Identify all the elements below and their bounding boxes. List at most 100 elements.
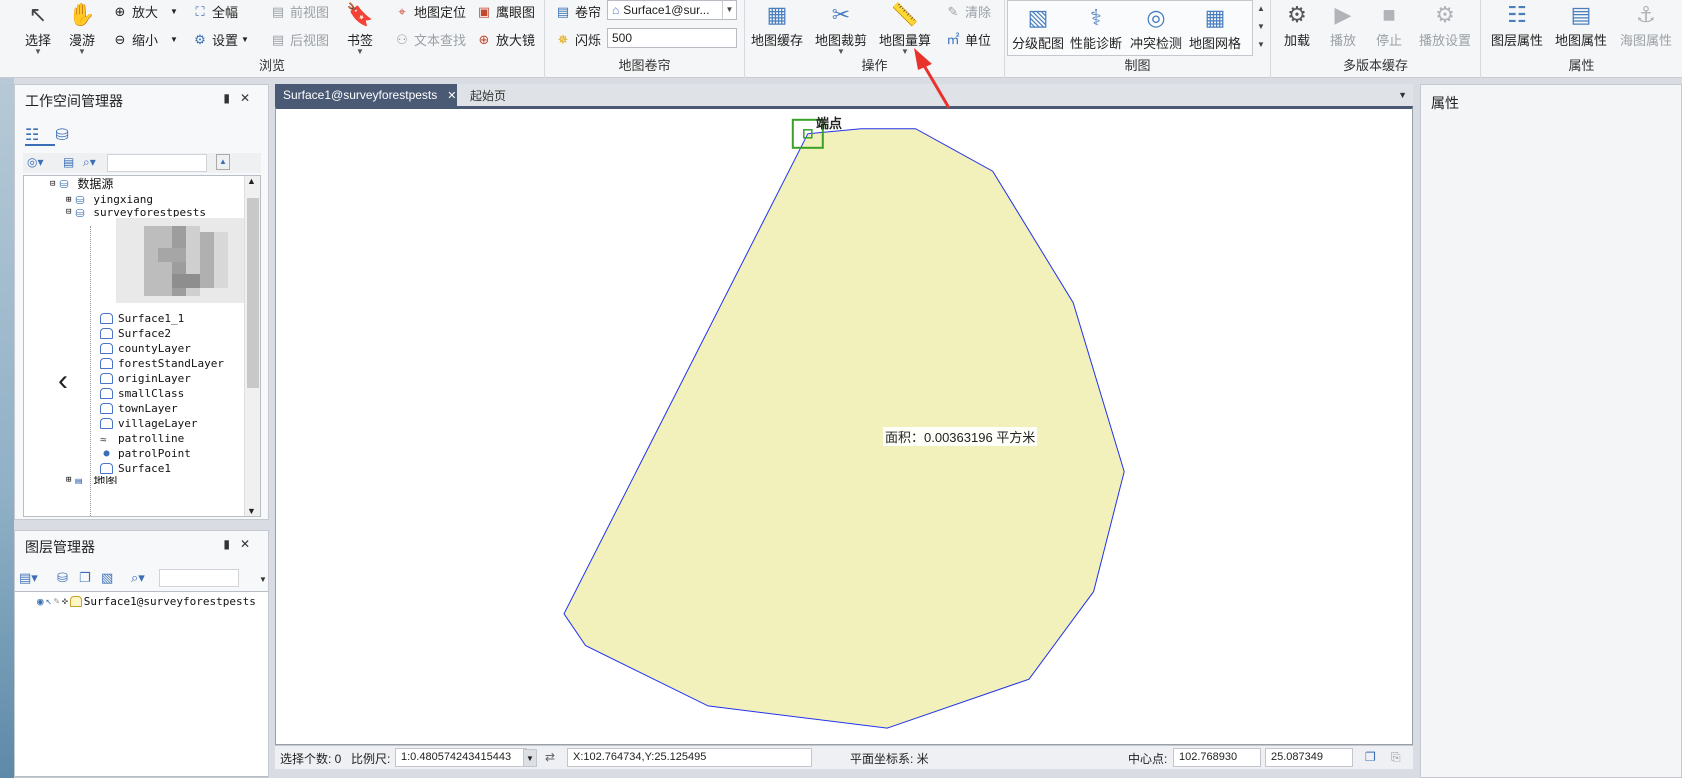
pin-icon[interactable]: ▮ [223,91,240,105]
map-props-button[interactable]: ▤ 地图属性 [1549,0,1613,49]
view-mode-icon[interactable]: ◎▾ [27,155,44,169]
tree-node-surveyforestpests[interactable]: ⊟ ⛁ surveyforestpests [66,207,206,217]
tree-node-dataset[interactable]: townLayer [100,401,178,416]
copy-icon[interactable]: ❐ [1365,750,1376,764]
tab-map-surface1[interactable]: Surface1@surveyforestpests ✕ [275,84,457,106]
chart-props-button[interactable]: ⚓ 海图属性 [1613,0,1679,49]
swap-icon[interactable]: ⇄ [545,750,555,764]
close-icon[interactable]: ✕ [447,89,456,102]
map-grid-button[interactable]: ▦ 地图网格 [1183,3,1247,52]
tree-node-dataset[interactable]: Surface1_1 [100,311,184,326]
center-y-input[interactable]: 25.087349 [1265,748,1353,767]
layer-row[interactable]: ◉ ↖ ✎ ✜ Surface1@surveyforestpests [37,594,256,609]
polygon-dataset-icon [100,373,113,384]
hand-icon: ✋ [68,2,96,27]
pan-button[interactable]: ✋ 漫游 ▼ [52,0,112,56]
scroll-down-icon[interactable]: ▼ [247,506,256,516]
editable-icon[interactable]: ✎ [54,596,60,607]
stop-button[interactable]: ■ 停止 [1363,0,1415,49]
tree-node-dataset[interactable]: originLayer [100,371,191,386]
selectable-icon[interactable]: ↖ [46,596,52,607]
snap-icon[interactable]: ✜ [62,596,68,607]
eraser-icon: ✎ [947,3,959,19]
search-icon[interactable]: ⌕▾ [83,155,96,170]
swipe-label: 卷帘 [575,5,602,20]
chevron-down-icon[interactable]: ▼ [523,749,537,767]
add-layer-icon[interactable]: ▤▾ [19,570,38,586]
map-locate-button[interactable]: ⌖ 地图定位 [394,2,466,21]
polygon-dataset-icon [100,463,113,474]
tree-node-dataset[interactable]: ≈ patrolline [100,431,184,446]
play-label: 播放 [1329,33,1356,48]
polygon-layer-icon [69,596,82,607]
layer-props-button[interactable]: ☷ 图层属性 [1485,0,1549,49]
polygon-dataset-icon [100,388,113,399]
visible-eye-icon[interactable]: ◉ [37,595,44,608]
workspace-tree-icon[interactable]: ☷ [25,127,56,146]
stop-label: 停止 [1375,33,1402,48]
tab-list-dropdown-icon[interactable]: ▼ [1398,90,1407,100]
settings-label: 设置 [212,33,239,48]
tree-node-dataset[interactable]: ● patrolPoint [100,446,190,461]
eagle-eye-button[interactable]: ▣ 鹰眼图 [476,2,535,21]
gallery-scroll[interactable]: ▲ ▼ ▼ [1255,0,1267,56]
scale-select[interactable]: 1:0.480574243415443 [395,748,527,767]
chevron-down-icon[interactable]: ▼ [259,575,267,584]
map-cache-button[interactable]: ▦ 地图缓存 [747,0,807,49]
datasource-icon[interactable]: ⛁ [55,127,84,144]
layer-copy-icon[interactable]: ❐ [79,570,91,586]
clear-button[interactable]: ✎ 清除 [945,2,991,21]
settings-button[interactable]: ⚙ 设置 ▼ [192,30,249,49]
tree-node-dataset[interactable]: forestStandLayer [100,356,224,371]
map-canvas[interactable]: 端点 面积：0.00363196 平方米 [275,106,1413,745]
bookmark-button[interactable]: 🔖 书签 ▼ [330,0,390,56]
tab-start-page[interactable]: 起始页 [462,84,514,106]
close-icon[interactable]: ✕ [240,537,260,551]
play-settings-button[interactable]: ⚙ 播放设置 [1411,0,1479,49]
flash-interval-input[interactable]: 500 [607,28,737,48]
grade-map-button[interactable]: ▧ 分级配图 [1006,3,1070,52]
pin-icon[interactable]: ▮ [223,537,240,551]
magnifier-button[interactable]: ⊕ 放大镜 [476,30,535,49]
tree-node-dataset[interactable]: Surface2 [100,326,171,341]
zoom-in-button[interactable]: ⊕ 放大 ▼ [112,2,178,21]
tree-node-dataset[interactable]: smallClass [100,386,184,401]
properties-title: 属性 [1431,95,1459,111]
layer-db-icon[interactable]: ⛁ [57,570,68,586]
tree-node-dataset[interactable]: Surface1 [100,461,171,476]
collapse-icon[interactable]: ▲ [216,154,230,170]
search-icon[interactable]: ⌕▾ [131,570,145,586]
layer-name: Surface1@surveyforestpests [83,595,256,608]
tree-node-dataset[interactable]: countyLayer [100,341,191,356]
perf-diag-button[interactable]: ⚕ 性能诊断 [1064,3,1128,52]
swipe-layer-select[interactable]: ⌂ Surface1@sur... ▼ [607,0,737,20]
tree-node-yingxiang[interactable]: ⊞ ⛁ yingxiang [66,192,153,207]
text-search-button[interactable]: ⚇ 文本查找 [394,30,466,49]
layer-style-icon[interactable]: ▧ [101,570,113,586]
scroll-up-icon[interactable]: ▲ [247,176,256,186]
tree-node-datasources[interactable]: ⊟ ⛁ 数据源 [50,176,113,191]
zoom-out-button[interactable]: ⊖ 缩小 ▼ [112,30,178,49]
workspace-search-input[interactable] [107,154,207,172]
chevron-left-icon[interactable]: ‹ [58,364,68,398]
center-x-input[interactable]: 102.768930 [1173,748,1261,767]
next-view-button[interactable]: ▤ 后视图 [270,30,329,49]
scrollbar-thumb[interactable] [247,198,259,388]
tree-scrollbar[interactable]: ▲ ▼ [244,176,260,516]
map-clip-button[interactable]: ✂ 地图裁剪 ▼ [811,0,871,56]
conflict-detect-button[interactable]: ◎ 冲突检测 [1124,3,1188,52]
tree-node-maps[interactable]: ⊞ ▤ 地图 [66,476,117,484]
load-button[interactable]: ⚙ 加载 [1271,0,1323,49]
open-icon[interactable]: ▤ [63,155,74,169]
prev-view-button[interactable]: ▤ 前视图 [270,2,329,21]
map-drawing [563,118,1125,729]
tree-node-dataset[interactable]: villageLayer [100,416,197,431]
flash-label: 闪烁 [575,33,602,48]
full-extent-button[interactable]: ⛶ 全幅 [192,2,238,21]
flash-button[interactable]: ✵ 闪烁 [555,30,601,49]
swipe-button[interactable]: ▤ 卷帘 [555,2,601,21]
layer-search-input[interactable] [159,569,239,587]
paste-icon[interactable]: ⎘ [1391,750,1401,765]
close-icon[interactable]: ✕ [240,91,260,105]
play-button[interactable]: ▶ 播放 [1317,0,1369,49]
